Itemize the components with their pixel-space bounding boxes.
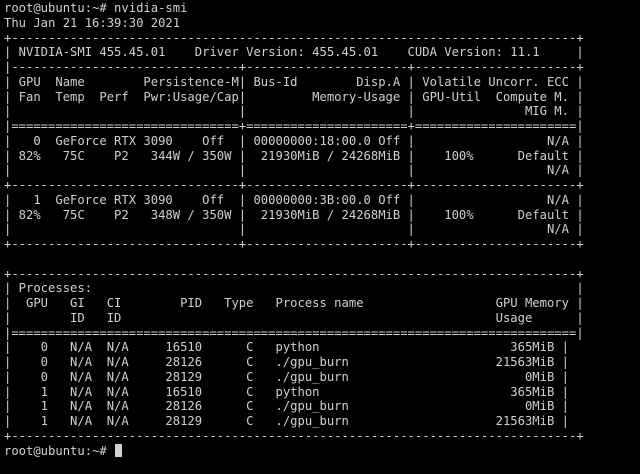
terminal-line: |===============================+=======… bbox=[4, 119, 584, 133]
terminal-line: |=======================================… bbox=[4, 325, 584, 340]
terminal-line: | | | N/A | bbox=[4, 163, 584, 178]
terminal-line: | 0 N/A N/A 16510 C python 365MiB | bbox=[4, 340, 569, 355]
terminal-line: | 82% 75C P2 348W / 350W | 21930MiB / 24… bbox=[4, 207, 584, 222]
terminal-line: Thu Jan 21 16:39:30 2021 bbox=[4, 15, 181, 30]
terminal-line: +---------------------------------------… bbox=[4, 266, 584, 281]
terminal-line: | 1 GeForce RTX 3090 Off | 00000000:3B:0… bbox=[4, 192, 584, 207]
terminal-line: +---------------------------------------… bbox=[4, 428, 584, 443]
terminal-line: | NVIDIA-SMI 455.45.01 Driver Version: 4… bbox=[4, 45, 584, 60]
terminal-line: | 1 N/A N/A 28126 C ./gpu_burn 0MiB | bbox=[4, 399, 569, 414]
terminal-line: root@ubuntu:~# nvidia-smi bbox=[4, 1, 188, 15]
terminal-line: +-------------------------------+-------… bbox=[4, 178, 584, 192]
terminal-line: | GPU Name Persistence-M| Bus-Id Disp.A … bbox=[4, 74, 584, 89]
terminal-line: | ID ID Usage | bbox=[4, 310, 584, 325]
terminal-line: +-------------------------------+-------… bbox=[4, 237, 584, 251]
terminal-line: | 1 N/A N/A 16510 C python 365MiB | bbox=[4, 384, 569, 399]
terminal-line: | 1 N/A N/A 28129 C ./gpu_burn 21563MiB … bbox=[4, 414, 569, 428]
terminal-output: root@ubuntu:~# nvidia-smi Thu Jan 21 16:3… bbox=[4, 1, 640, 444]
terminal-line: | 0 GeForce RTX 3090 Off | 00000000:18:0… bbox=[4, 133, 584, 148]
terminal-line: | 0 N/A N/A 28126 C ./gpu_burn 21563MiB … bbox=[4, 355, 569, 369]
terminal-line: | | | MIG M. | bbox=[4, 104, 584, 119]
terminal-line: +---------------------------------------… bbox=[4, 30, 584, 45]
text-cursor bbox=[115, 444, 123, 458]
terminal-line: | GPU GI CI PID Type Process name GPU Me… bbox=[4, 296, 584, 310]
terminal-line: |-------------------------------+-------… bbox=[4, 60, 584, 74]
terminal-line: | Fan Temp Perf Pwr:Usage/Cap| Memory-Us… bbox=[4, 89, 584, 104]
prompt-text: root@ubuntu:~# bbox=[4, 443, 115, 458]
terminal-line: | 0 N/A N/A 28129 C ./gpu_burn 0MiB | bbox=[4, 369, 569, 384]
terminal-line: | | | N/A | bbox=[4, 222, 584, 237]
command-prompt-line[interactable]: root@ubuntu:~# bbox=[4, 444, 640, 459]
terminal-window[interactable]: root@ubuntu:~# nvidia-smi Thu Jan 21 16:3… bbox=[0, 0, 640, 474]
terminal-line: | 82% 75C P2 344W / 350W | 21930MiB / 24… bbox=[4, 148, 584, 163]
terminal-line: | Processes: | bbox=[4, 281, 584, 296]
